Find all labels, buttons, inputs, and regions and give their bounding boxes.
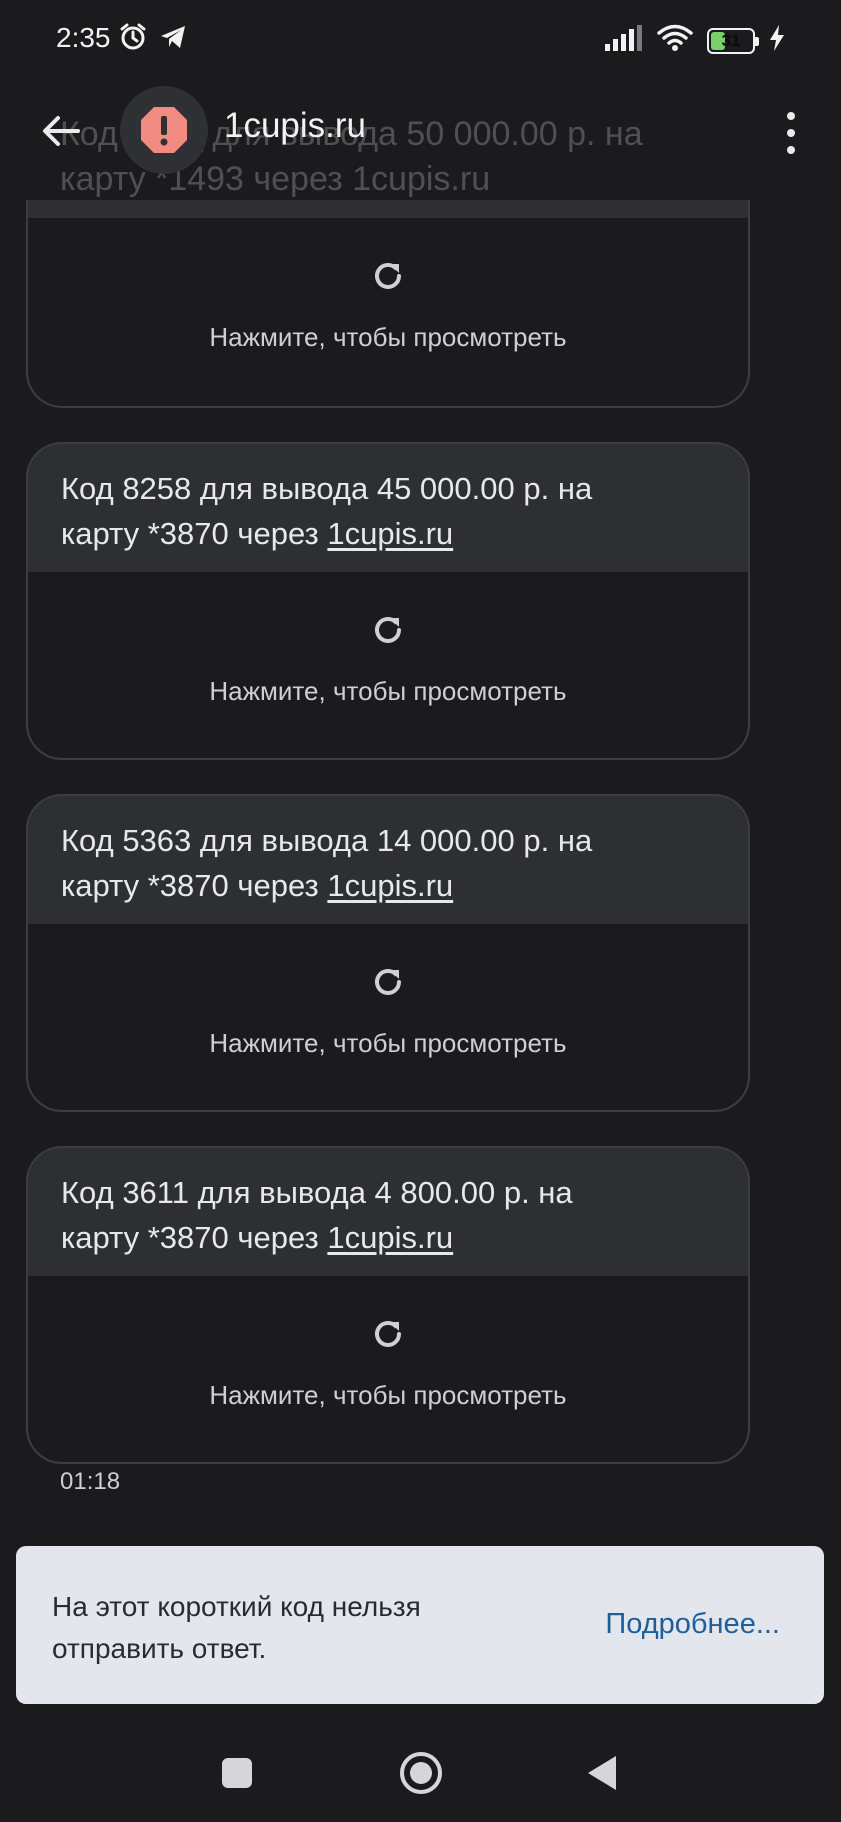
- status-left-icons: [118, 22, 188, 57]
- tap-to-view-label: Нажмите, чтобы просмотреть: [209, 1028, 567, 1058]
- status-time: 2:35: [56, 22, 111, 53]
- message-timestamp: 01:18: [60, 1468, 121, 1495]
- message-link[interactable]: 1cupis.ru: [327, 516, 453, 551]
- message-line2-prefix: карту *3870 через: [61, 516, 328, 551]
- tap-to-view-label: Нажмите, чтобы просмотреть: [209, 676, 567, 706]
- avatar[interactable]: [120, 86, 208, 174]
- dot-icon: [787, 112, 795, 120]
- conversation-header: 1cupis.ru: [0, 78, 841, 208]
- message-text: Код 8258 для вывода 45 000.00 р. на карт…: [28, 444, 748, 572]
- recents-button[interactable]: [222, 1758, 252, 1788]
- tap-to-view-preview[interactable]: Нажмите, чтобы просмотреть: [28, 218, 748, 406]
- message-text: Код 3611 для вывода 4 800.00 р. на карту…: [28, 1148, 748, 1276]
- refresh-icon: [375, 1320, 401, 1347]
- conversation-title: 1cupis.ru: [224, 106, 367, 145]
- status-bar: 2:35 31: [0, 0, 841, 78]
- system-back-button[interactable]: [588, 1756, 616, 1790]
- message-bubble[interactable]: Код 8258 для вывода 45 000.00 р. на карт…: [26, 442, 750, 760]
- message-line2: карту *3870 через 1cupis.ru: [61, 1215, 715, 1260]
- tap-to-view-label: Нажмите, чтобы просмотреть: [209, 322, 567, 352]
- back-button[interactable]: [38, 108, 84, 154]
- signal-icon: [605, 25, 643, 56]
- dot-icon: [787, 129, 795, 137]
- message-link[interactable]: 1cupis.ru: [327, 868, 453, 903]
- status-right-icons: 31: [605, 24, 785, 57]
- banner-text: На этот короткий код нельзя отправить от…: [52, 1591, 421, 1664]
- message-line1: Код 8258 для вывода 45 000.00 р. на: [61, 471, 593, 506]
- telegram-icon: [158, 22, 188, 57]
- charging-icon: [769, 25, 785, 56]
- refresh-icon: [375, 968, 401, 995]
- system-nav-bar: [0, 1730, 841, 1822]
- refresh-icon: [375, 616, 401, 643]
- message-link[interactable]: 1cupis.ru: [327, 1220, 453, 1255]
- message-line1: Код 5363 для вывода 14 000.00 р. на: [61, 823, 593, 858]
- tap-to-view-preview[interactable]: Нажмите, чтобы просмотреть: [28, 924, 748, 1110]
- refresh-icon: [375, 262, 401, 289]
- message-line1: Код 3611 для вывода 4 800.00 р. на: [61, 1175, 573, 1210]
- message-line2: карту *3870 через 1cupis.ru: [61, 863, 715, 908]
- battery-level: 31: [721, 30, 741, 50]
- message-line2: карту *3870 через 1cupis.ru: [61, 511, 715, 556]
- messages-screen: 2:35 31 Код ____ для вывода 50 000.00 р.…: [0, 0, 841, 1822]
- learn-more-link[interactable]: Подробнее...: [605, 1608, 780, 1641]
- tap-to-view-label: Нажмите, чтобы просмотреть: [209, 1380, 567, 1410]
- message-line2-prefix: карту *3870 через: [61, 868, 328, 903]
- wifi-icon: [657, 24, 693, 57]
- message-text: Код 5363 для вывода 14 000.00 р. на карт…: [28, 796, 748, 924]
- tap-to-view-preview[interactable]: Нажмите, чтобы просмотреть: [28, 572, 748, 758]
- home-icon: [410, 1762, 432, 1784]
- message-bubble[interactable]: Код 3611 для вывода 4 800.00 р. на карту…: [26, 1146, 750, 1464]
- tap-to-view-preview[interactable]: Нажмите, чтобы просмотреть: [28, 1276, 748, 1462]
- arrow-left-icon: [43, 116, 80, 146]
- more-options-button[interactable]: [771, 108, 811, 158]
- message-bubble-partial[interactable]: Нажмите, чтобы просмотреть: [26, 200, 750, 408]
- alert-octagon-icon: [141, 107, 187, 153]
- message-bubble[interactable]: Код 5363 для вывода 14 000.00 р. на карт…: [26, 794, 750, 1112]
- dot-icon: [787, 146, 795, 154]
- message-line2-prefix: карту *3870 через: [61, 1220, 328, 1255]
- cannot-reply-banner: На этот короткий код нельзя отправить от…: [16, 1546, 824, 1704]
- home-button[interactable]: [400, 1752, 442, 1794]
- battery-icon: 31: [707, 27, 759, 54]
- alarm-icon: [118, 22, 148, 57]
